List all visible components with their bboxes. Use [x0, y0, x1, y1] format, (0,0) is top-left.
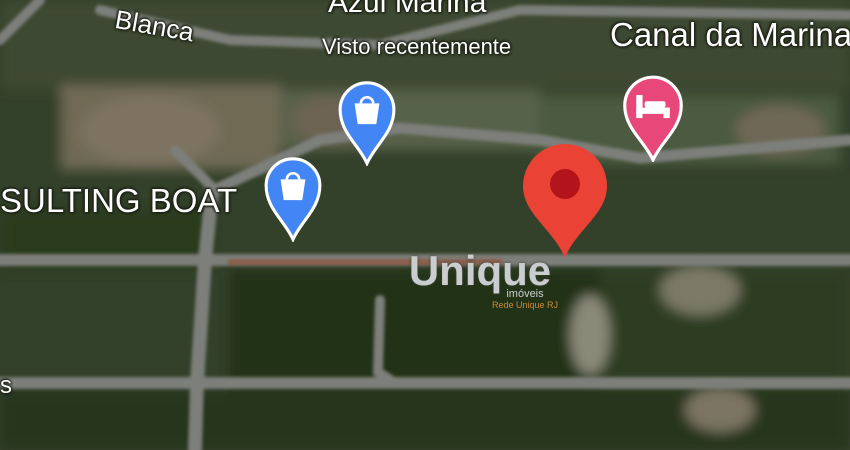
hotel-pin[interactable] [620, 72, 686, 167]
watermark: Unique imóveis Rede Unique RJ [390, 248, 570, 311]
location-pin-icon [523, 144, 607, 258]
watermark-tiny: Rede Unique RJ [491, 300, 559, 310]
shopping-bag-icon [264, 157, 322, 244]
place-label: SULTING BOAT [0, 182, 238, 219]
shopping-pin[interactable] [336, 76, 398, 171]
satellite-imagery [0, 0, 850, 450]
bed-icon [623, 75, 683, 164]
place-sublabel: Visto recentemente [322, 34, 512, 59]
satellite-map[interactable]: Blanca Azul Marina Visto recentemente Ca… [0, 0, 850, 450]
shopping-pin[interactable] [262, 152, 324, 247]
shopping-bag-icon [338, 81, 396, 168]
place-label: Azul Marina [328, 0, 487, 19]
place-label: Canal da Marina [610, 16, 850, 53]
place-label: s [0, 372, 12, 399]
